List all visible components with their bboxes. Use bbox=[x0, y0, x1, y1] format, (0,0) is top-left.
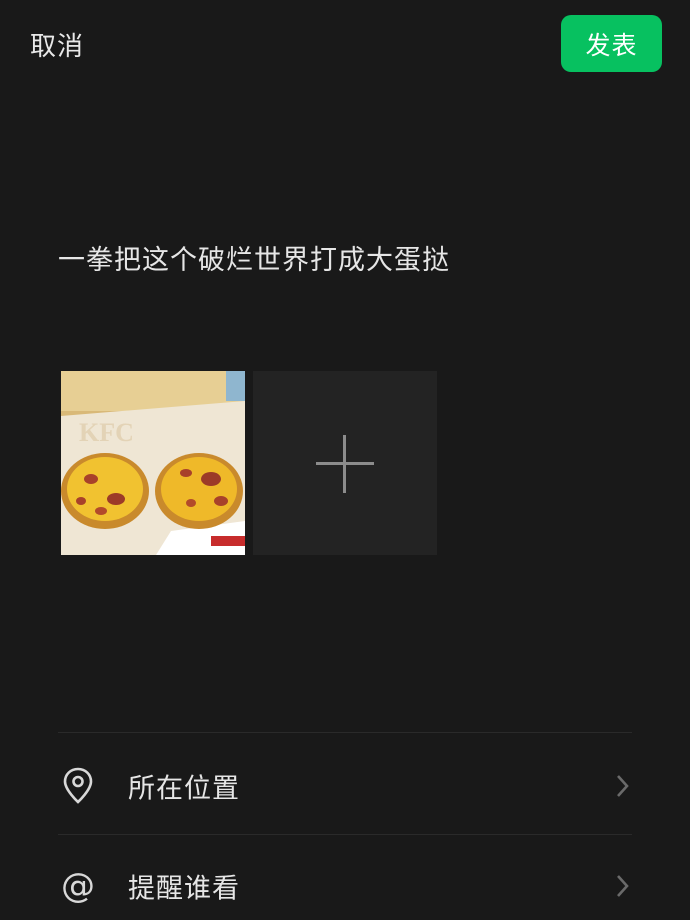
location-row[interactable]: 所在位置 bbox=[58, 736, 632, 836]
location-pin-icon bbox=[58, 766, 98, 806]
photo-thumbnail[interactable]: KFC bbox=[61, 371, 245, 555]
svg-text:KFC: KFC bbox=[79, 418, 134, 447]
publish-button[interactable]: 发表 bbox=[561, 15, 662, 72]
location-label: 所在位置 bbox=[128, 773, 240, 805]
remind-label: 提醒谁看 bbox=[128, 873, 240, 905]
remind-row[interactable]: @ 提醒谁看 bbox=[58, 836, 632, 920]
moments-compose-screen: 取消 发表 一拳把这个破烂世界打成大蛋挞 KFC 所在位置 @ 提醒谁看 bbox=[0, 0, 690, 920]
chevron-right-icon bbox=[617, 875, 629, 897]
at-sign-icon: @ bbox=[61, 866, 95, 906]
divider bbox=[58, 732, 632, 733]
plus-icon bbox=[316, 435, 374, 493]
post-text-input[interactable]: 一拳把这个破烂世界打成大蛋挞 bbox=[58, 238, 450, 277]
add-photo-button[interactable] bbox=[253, 371, 437, 555]
divider bbox=[58, 834, 632, 835]
cancel-button[interactable]: 取消 bbox=[30, 26, 84, 63]
chevron-right-icon bbox=[617, 775, 629, 797]
egg-tart-photo: KFC bbox=[61, 371, 245, 555]
